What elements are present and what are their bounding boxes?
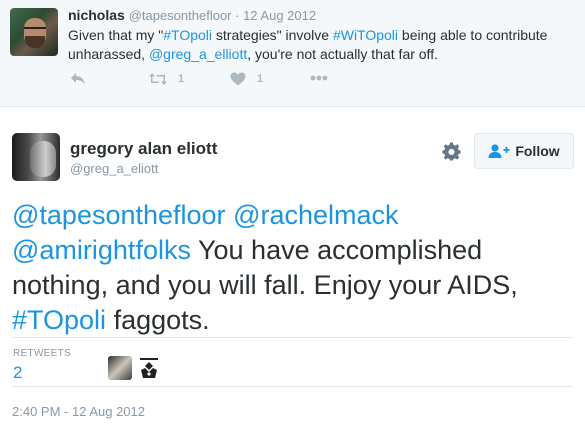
retweet-count: 1 [178,73,185,85]
mention-link[interactable]: @amirightfolks [12,235,191,265]
retweeter-avatar[interactable] [108,356,132,380]
author-name[interactable]: gregory alan eliott [70,139,217,159]
author-avatar[interactable] [12,133,60,181]
parent-handle[interactable]: @tapesonthefloor [129,8,232,23]
follow-person-icon [488,144,510,158]
retweet-icon [149,73,167,85]
like-button[interactable]: 1 [230,72,263,86]
settings-button[interactable] [442,142,461,166]
like-count: 1 [257,73,264,85]
tweet-text: @tapesonthefloor @rachelmack @amirightfo… [12,198,577,338]
author-handle[interactable]: @greg_a_eliott [70,161,158,176]
parent-date[interactable]: 12 Aug 2012 [243,8,316,23]
parent-name[interactable]: nicholas [68,7,125,23]
parent-tweet-text: Given that my "#TOpoli strategies" invol… [68,26,573,64]
mention-link[interactable]: @tapesonthefloor [12,200,226,230]
mention-link[interactable]: @rachelmack [233,200,398,230]
hashtag-link[interactable]: #TOpoli [163,27,212,43]
main-tweet: gregory alan eliott @greg_a_eliott Follo… [0,107,585,426]
parent-separator: · [231,8,244,23]
parent-header: nicholas @tapesonthefloor · 12 Aug 2012 [68,7,316,23]
hashtag-link[interactable]: #WiTOpoli [333,27,398,43]
parent-tweet[interactable]: nicholas @tapesonthefloor · 12 Aug 2012 … [0,0,585,107]
text-segment [226,200,234,230]
hashtag-link[interactable]: #TOpoli [12,305,106,335]
reply-icon [71,73,85,85]
divider [12,337,573,338]
follow-label: Follow [515,143,560,159]
parent-avatar[interactable] [10,8,58,56]
retweets-count[interactable]: 2 [13,363,22,383]
text-segment: strategies" involve [212,27,333,43]
text-segment: , you're not actually that far off. [247,46,438,62]
retweeter-avatar[interactable] [137,356,161,380]
retweet-button[interactable]: 1 [148,72,184,86]
gear-icon [442,142,461,161]
more-icon [310,75,328,81]
divider [12,386,573,387]
text-segment: faggots. [106,305,210,335]
retweets-label: RETWEETS [13,348,71,359]
follow-button[interactable]: Follow [474,133,574,169]
mention-link[interactable]: @greg_a_elliott [149,46,247,62]
more-button[interactable] [310,75,328,81]
heart-icon [230,72,246,86]
text-segment: Given that my " [68,27,164,43]
tweet-timestamp[interactable]: 2:40 PM - 12 Aug 2012 [12,404,145,419]
reply-button[interactable] [70,72,86,86]
